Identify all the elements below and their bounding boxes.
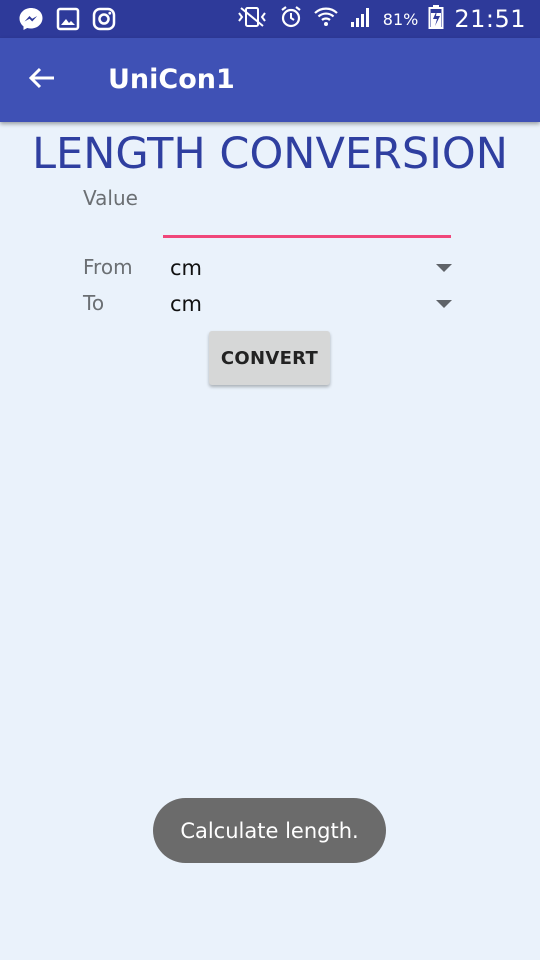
signal-icon (349, 5, 373, 34)
arrow-back-icon (28, 66, 56, 95)
to-unit-value: cm (170, 292, 203, 316)
from-unit-value: cm (170, 256, 203, 280)
from-label: From (83, 255, 133, 279)
from-unit-spinner[interactable]: cm (162, 251, 454, 285)
back-button[interactable] (22, 62, 62, 98)
app-bar: UniCon1 (0, 38, 540, 122)
clock: 21:51 (454, 5, 526, 33)
value-label: Value (83, 186, 138, 210)
dropdown-arrow-icon (436, 264, 452, 272)
convert-button[interactable]: CONVERT (209, 331, 330, 385)
to-label: To (83, 291, 105, 315)
status-bar: 81% 21:51 (0, 0, 540, 38)
battery-percentage: 81% (382, 9, 419, 29)
battery-icon (428, 4, 444, 35)
to-unit-spinner[interactable]: cm (162, 287, 454, 321)
gallery-icon (56, 7, 80, 31)
value-input[interactable] (163, 196, 451, 238)
alarm-icon (279, 5, 303, 34)
app-title: UniCon1 (108, 64, 235, 95)
wifi-icon (313, 5, 339, 34)
toast-message: Calculate length. (153, 798, 386, 863)
messenger-icon (18, 7, 43, 31)
page-title: LENGTH CONVERSION (32, 129, 508, 179)
instagram-icon (92, 7, 116, 31)
dropdown-arrow-icon (436, 300, 452, 308)
vibrate-icon (235, 5, 269, 34)
